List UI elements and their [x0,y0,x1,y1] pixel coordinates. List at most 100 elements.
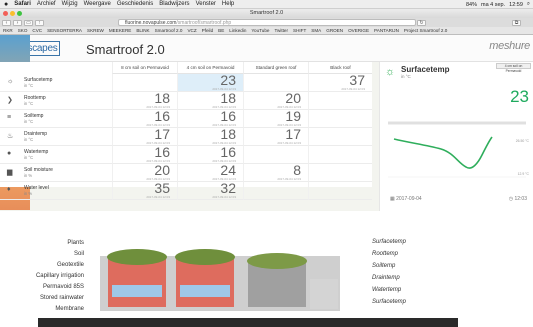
menu-archief[interactable]: Archief [37,1,56,7]
bookmark-item[interactable]: SKO [18,28,28,33]
bookmark-item[interactable]: Project Smartroof 2.0 [404,28,447,33]
label-soiltemp: Soiltemp [372,263,396,269]
column-header[interactable]: Standard green roof [243,62,308,74]
bookmark-item[interactable]: SHIFT [293,28,306,33]
row-unit: in °C [24,137,34,142]
sensor-cell[interactable]: 37 2017-09-04 12:03 [308,73,372,92]
menu-venster[interactable]: Venster [196,1,216,7]
bookmark-item[interactable]: PANTARIJN [374,28,399,33]
row-unit: in °C [24,101,34,106]
panel-date-value: 2017-09-04 [396,196,422,202]
close-button[interactable] [3,11,8,16]
row-unit: in °C [24,155,34,160]
water-level-icon: ♦ [7,186,11,193]
sensor-value: 18 [220,90,236,106]
sensor-cell[interactable] [308,146,372,164]
label-surfacetemp-bottom: Surfacetemp [372,299,407,305]
row-label[interactable]: ♨ Draintemp in °C [0,128,112,146]
menu-weergave[interactable]: Weergave [84,1,111,7]
bookmark-item[interactable]: BLINK [136,28,149,33]
column-header[interactable]: 8 cm soil on Permavoid [112,62,177,74]
water-layer-2 [180,285,230,297]
forward-button[interactable]: › [13,19,22,26]
bookmark-item[interactable]: Pfeild [202,28,214,33]
label-soil: Soil [73,251,84,257]
sensor-cell[interactable]: 17 2017-09-04 12:03 [243,127,308,146]
row-label[interactable]: ♦ Water level in % [0,182,112,200]
sensor-value: 16 [220,144,236,160]
row-unit: in °C [24,83,34,88]
menu-geschiedenis[interactable]: Geschiedenis [117,1,153,7]
sensor-cell[interactable]: 35 2017-09-04 12:03 [112,181,177,200]
bookmark-item[interactable]: SKREW [87,28,104,33]
sensor-cell[interactable] [308,92,372,110]
url-host: fluorine.novapulse.com [125,20,177,26]
row-label[interactable]: ≡ Soiltemp in °C [0,110,112,128]
roof-module-2 [176,259,234,307]
menu-wijzig[interactable]: Wijzig [62,1,78,7]
sensor-timestamp: 2017-09-04 12:03 [212,195,236,199]
location-selector[interactable]: 4 cm soil on Permavoid [496,63,531,73]
row-label[interactable]: ☼ Surfacetemp in °C [0,74,112,92]
share-button[interactable]: ↑ [35,19,44,26]
apple-icon[interactable]: ● [4,1,8,8]
bookmark-item[interactable]: OVERIGE [348,28,369,33]
roof-module-3 [248,263,306,307]
window-title: Smartroof 2.0 [249,10,284,16]
panel-title: Surfacetemp [401,65,450,74]
clock-status[interactable]: 12:59 [509,2,523,8]
bookmark-item[interactable]: RKR [3,28,13,33]
label-capillary-irrigation: Capillary irrigation [35,273,84,279]
sensor-table: 8 cm soil on Permavoid 4 cm soil on Perma… [0,62,372,200]
bookmark-item[interactable]: SMA [311,28,321,33]
address-bar[interactable]: fluorine.novapulse.com/smartroof/smartro… [118,19,416,26]
sensor-cell[interactable] [308,128,372,146]
bookmark-item[interactable]: Linkedin [229,28,246,33]
bookmark-item[interactable]: MEEKERE [109,28,131,33]
sensor-cell[interactable]: 8 2017-09-04 12:03 [243,163,308,182]
sensor-value: 16 [154,144,170,160]
menu-help[interactable]: Help [222,1,234,7]
sensor-value: 23 [220,72,236,88]
back-button[interactable]: ‹ [2,19,11,26]
panel-time-value: 12:03 [514,196,527,202]
chart-label-high: 26.50 °C [515,139,529,143]
menu-bladwijzers[interactable]: Bladwijzers [159,1,189,7]
sensor-cell[interactable]: 32 2017-09-04 12:03 [177,181,243,200]
battery-percentage[interactable]: 84% [466,2,477,8]
minimize-button[interactable] [10,11,15,16]
bookmark-item[interactable]: Smartroof 2.0 [155,28,183,33]
sensor-value: 16 [220,108,236,124]
sensor-cell[interactable] [308,110,372,128]
page-header: Rootscapes Smartroof 2.0 meshure [0,35,533,62]
tabs-button[interactable]: ⧉ [512,19,521,26]
menu-safari[interactable]: Safari [14,1,31,7]
bookmark-item[interactable]: GROEN [326,28,343,33]
sensor-value: 20 [285,90,301,106]
row-label[interactable]: ❯ Roottemp in °C [0,92,112,110]
zoom-button[interactable] [17,11,22,16]
sidebar-button[interactable]: ▭ [24,19,33,26]
sensor-cell[interactable] [243,182,308,200]
page-title: Smartroof 2.0 [86,42,165,57]
reload-button[interactable]: ↻ [417,19,426,26]
bookmark-item[interactable]: VCZ [187,28,196,33]
bookmark-item[interactable]: BE [218,28,224,33]
bookmark-item[interactable]: Twitter [274,28,288,33]
search-icon[interactable]: ⌕ [527,1,530,8]
bookmark-item[interactable]: SENSORTERRA [47,28,82,33]
plants-2 [175,249,235,265]
sensor-cell[interactable] [308,164,372,182]
sensor-cell[interactable] [308,182,372,200]
bookmark-item[interactable]: YouTube [251,28,269,33]
label-stored-rainwater: Stored rainwater [39,295,84,301]
row-label[interactable]: ▆ Soil moisture in % [0,164,112,182]
label-membrane: Membrane [55,306,84,312]
row-label[interactable]: ● Watertemp in °C [0,146,112,164]
sensor-value: 19 [285,108,301,124]
chevron-icon: ❯ [7,97,13,104]
date-status[interactable]: ma 4 sep. [481,2,505,8]
meshure-logo[interactable]: meshure [489,40,530,52]
panel-value: 23 [510,87,529,106]
bookmark-item[interactable]: CVC [32,28,42,33]
